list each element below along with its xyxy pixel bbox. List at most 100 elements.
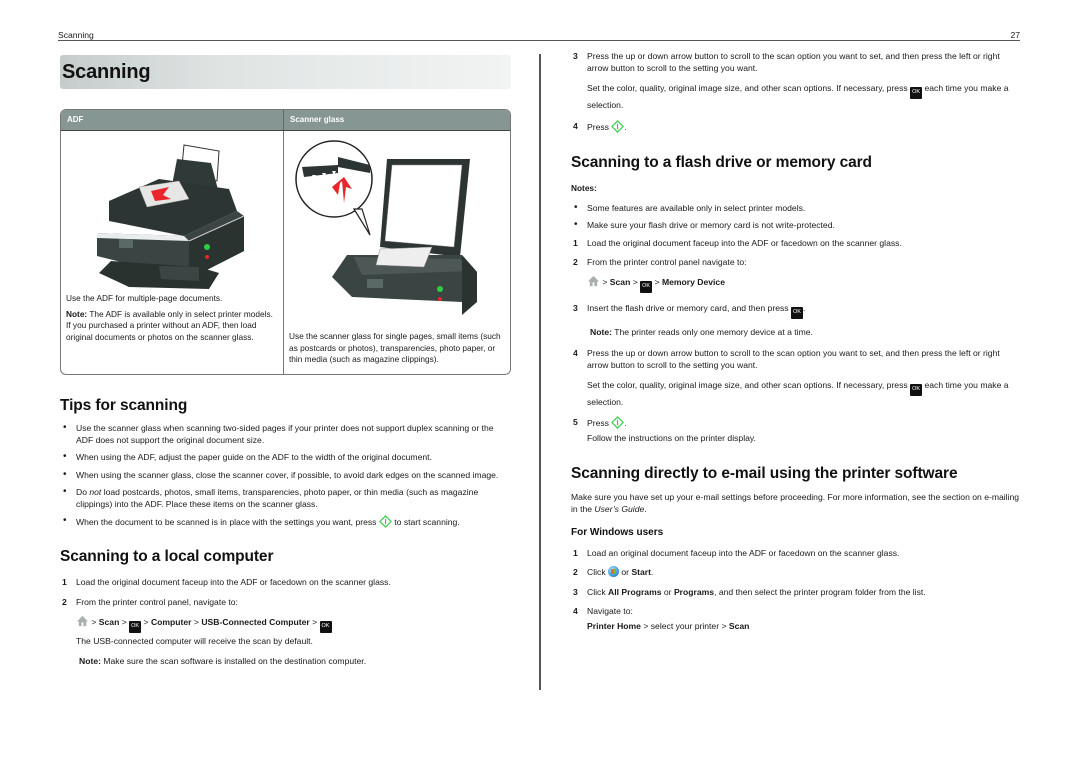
flash-step-5-detail: Follow the instructions on the printer d… — [587, 433, 756, 444]
local-path-note: The USB-connected computer will receive … — [76, 635, 313, 646]
flash-note-item: Make sure your flash drive or memory car… — [571, 218, 1022, 232]
email-heading: Scanning directly to e-mail using the pr… — [571, 464, 958, 482]
email-step-2: 2 Click or Start. — [571, 566, 1022, 578]
flash-step-4-detail: Set the color, quality, original image s… — [571, 379, 1022, 408]
local-step-3-detail: Set the color, quality, original image s… — [571, 82, 1022, 111]
path-memory-device: Memory Device — [661, 277, 725, 288]
adf-usage-text: Use the ADF for multiple-page documents. — [66, 293, 223, 303]
local-computer-heading: Scanning to a local computer — [60, 548, 274, 566]
start-menu-label: Start — [631, 567, 652, 578]
title-band: Scanning — [60, 55, 511, 89]
local-note: Note: Make sure the scan software is ins… — [60, 655, 511, 667]
step-number: 4 — [573, 120, 578, 131]
tips-list: Use the scanner glass when scanning two-… — [60, 421, 511, 529]
windows-users-heading: For Windows users — [571, 527, 664, 539]
header-scanner-glass: Scanner glass — [290, 115, 345, 124]
step-text: . — [651, 567, 654, 578]
path-text: > select your printer > — [640, 621, 729, 632]
step-number: 5 — [573, 417, 578, 428]
flash-step-4: 4 Press the up or down arrow button to sc… — [571, 347, 1022, 371]
email-step-3: 3 Click All Programs or Programs, and the… — [571, 586, 1022, 598]
step-number: 4 — [573, 347, 578, 358]
tip-text: Do — [76, 486, 90, 497]
intro-text: . — [644, 503, 647, 514]
page-title: Scanning — [62, 61, 151, 83]
ok-button-icon: OK — [910, 87, 923, 100]
tip-item: When the document to be scanned is in pl… — [60, 514, 511, 529]
table-header: ADF Scanner glass — [61, 110, 510, 130]
path-usb-computer: USB-Connected Computer — [201, 616, 310, 627]
path-separator: > — [191, 616, 202, 627]
ok-button-icon: OK — [910, 384, 923, 397]
right-column: 3 Press the up or down arrow button to sc… — [571, 50, 1022, 632]
path-separator: > — [630, 277, 641, 288]
step-text: . — [624, 418, 627, 429]
step-number: 2 — [573, 567, 578, 578]
path-scan: Scan — [98, 616, 120, 627]
column-divider — [539, 54, 541, 690]
step-number: 3 — [573, 303, 578, 314]
step-text: Click — [587, 567, 609, 578]
scanner-glass-illustration — [295, 140, 477, 315]
step-number: 1 — [573, 238, 578, 248]
table-body: Use the ADF for multiple-page documents.… — [61, 130, 510, 374]
step-text: From the printer control panel, navigate… — [76, 596, 238, 607]
header-rule — [58, 40, 1020, 41]
step-number: 2 — [62, 596, 67, 607]
programs-label: Programs — [673, 586, 715, 597]
path-separator: > — [309, 616, 320, 627]
users-guide-reference: User’s Guide — [594, 503, 645, 514]
note-label: Note: — [79, 656, 101, 667]
flash-step-5: 5 Press . — [571, 416, 1022, 430]
flash-notes-label: Notes: — [571, 182, 597, 193]
tip-item: Use the scanner glass when scanning two-… — [60, 421, 511, 446]
flash-nav-path: > Scan > OK > Memory Device — [571, 275, 1022, 294]
flash-step-1: 1 Load the original document faceup into … — [571, 237, 1022, 249]
home-icon — [587, 276, 600, 287]
flash-step-2: 2 From the printer control panel navigate… — [571, 256, 1022, 268]
note-text: The printer reads only one memory device… — [611, 327, 813, 338]
local-nav-path: > Scan > OK > Computer > USB-Connected C… — [60, 615, 511, 633]
start-button-icon — [379, 515, 392, 529]
tip-item: Do not load postcards, photos, small ite… — [60, 485, 511, 510]
local-step-1: 1 Load the original document faceup into … — [60, 576, 511, 588]
step-text: Insert the flash drive or memory card, a… — [587, 303, 791, 314]
ok-button-icon: OK — [319, 620, 332, 633]
step-number: 1 — [62, 577, 67, 588]
step-text: Press — [587, 418, 612, 429]
step-text: Set the color, quality, original image s… — [587, 83, 911, 94]
step-text: Load the original document faceup into t… — [76, 577, 391, 588]
step-text: or — [619, 567, 632, 578]
flash-step-3: 3 Insert the flash drive or memory card, … — [571, 302, 1022, 320]
step-text: or — [661, 586, 674, 597]
scan-methods-table: ADF Scanner glass Use the ADF for multip… — [60, 109, 511, 375]
path-scan: Scan — [609, 277, 631, 288]
step-text: Navigate to: — [587, 605, 633, 616]
tip-item: When using the ADF, adjust the paper gui… — [60, 450, 511, 464]
step-number: 2 — [573, 257, 578, 268]
note-text: Make sure the scan software is installed… — [100, 656, 367, 667]
path-printer-home: Printer Home — [587, 621, 641, 632]
step-text: Press the up or down arrow button to scr… — [587, 51, 1000, 74]
step-text: From the printer control panel navigate … — [587, 257, 747, 268]
tip-emphasis: not — [89, 486, 102, 497]
adf-note-label: Note: — [66, 308, 88, 319]
step-text: Set the color, quality, original image s… — [587, 380, 911, 391]
step-text: Press the up or down arrow button to scr… — [587, 347, 1000, 370]
local-step-2: 2 From the printer control panel, navigat… — [60, 596, 511, 608]
step-number: 4 — [573, 605, 578, 616]
local-step-4: 4 Press . — [571, 119, 1022, 133]
start-button-icon — [611, 416, 625, 430]
step-text: , and then select the printer program fo… — [714, 586, 926, 597]
step-text: Click — [587, 586, 609, 597]
path-separator: > — [119, 616, 130, 627]
glass-description: Use the scanner glass for single pages, … — [289, 331, 501, 365]
left-column: Scanning ADF Scanner glass Use the ADF f… — [60, 55, 511, 667]
flash-note-item: Some features are available only in sele… — [571, 201, 1022, 215]
path-separator: > — [141, 616, 151, 627]
home-icon — [76, 615, 89, 626]
scanner-glass-cell: Use the scanner glass for single pages, … — [284, 131, 510, 374]
header-adf: ADF — [61, 110, 284, 130]
email-step-1: 1 Load an original document faceup into t… — [571, 547, 1022, 559]
path-separator: > — [652, 277, 662, 288]
